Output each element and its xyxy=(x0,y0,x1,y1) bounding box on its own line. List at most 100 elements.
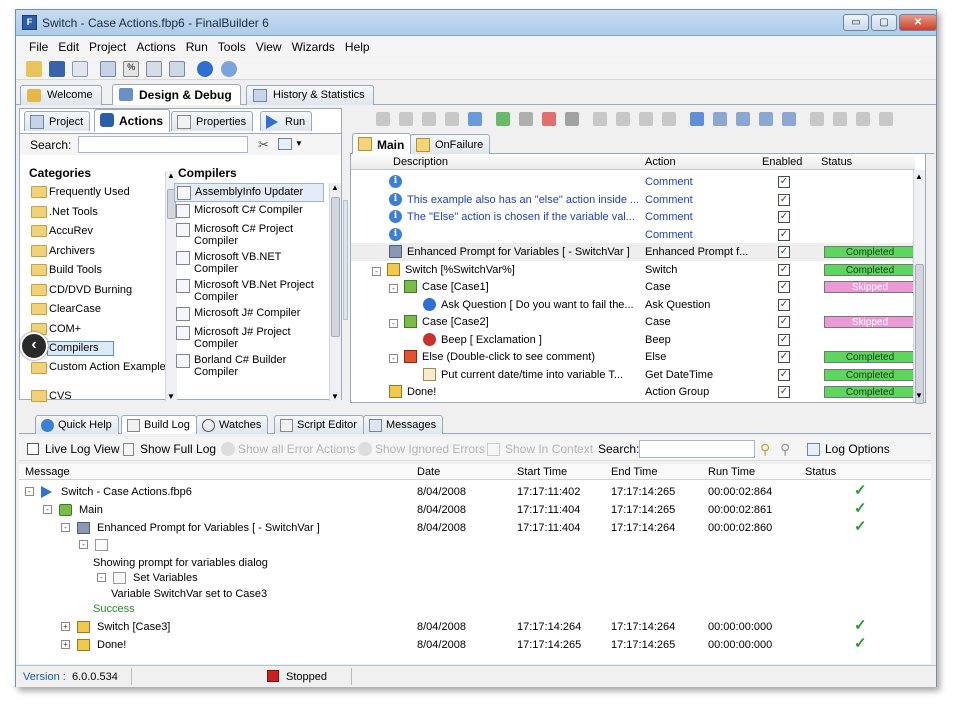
stop-icon[interactable] xyxy=(810,112,824,126)
tab-run[interactable]: Run xyxy=(260,111,313,131)
search-icon[interactable]: ⚲ xyxy=(760,441,770,458)
log-row[interactable]: Showing prompt for variables dialog xyxy=(19,555,931,571)
compiler-item[interactable]: Borland C# Builder Compiler xyxy=(174,352,324,380)
action-grid-scrollbar[interactable]: ▲ ▼ xyxy=(913,170,925,404)
toggle-icon[interactable] xyxy=(519,112,533,126)
options-icon[interactable] xyxy=(146,61,163,77)
search-next-icon[interactable]: ⚲ xyxy=(780,441,790,458)
record-icon[interactable] xyxy=(856,112,870,126)
scroll-up-icon[interactable]: ▲ xyxy=(915,172,923,181)
enabled-checkbox[interactable]: ✓ xyxy=(778,228,790,241)
exit-icon[interactable] xyxy=(879,112,893,126)
log-row[interactable]: + Done! 8/04/2008 17:17:14:265 17:17:14:265 0… xyxy=(19,635,931,653)
tab-design-debug[interactable]: Design & Debug xyxy=(112,84,241,105)
log-row[interactable]: - Switch - Case Actions.fbp6 8/04/2008 17:1… xyxy=(19,482,931,500)
tab-history-statistics[interactable]: History & Statistics xyxy=(246,85,374,105)
maximize-button[interactable]: ▢ xyxy=(871,14,897,31)
action-row[interactable]: Beep [ Exclamation ] Beep ✓ xyxy=(351,331,915,349)
menu-actions[interactable]: Actions xyxy=(131,37,180,57)
col-action[interactable]: Action xyxy=(645,156,676,168)
enabled-checkbox[interactable]: ✓ xyxy=(778,246,790,258)
compilers-scrollbar[interactable]: ▲ ▼ xyxy=(329,183,341,401)
live-log-checkbox[interactable] xyxy=(27,443,39,455)
menu-file[interactable]: File xyxy=(24,37,53,57)
info-icon[interactable] xyxy=(220,61,237,77)
delete-icon[interactable] xyxy=(565,112,579,126)
clear-search-icon[interactable]: ✂ xyxy=(258,137,269,153)
show-in-context-button[interactable]: Show In Context xyxy=(505,442,593,456)
action-row[interactable]: i Comment ✓ xyxy=(351,173,915,191)
help-icon[interactable] xyxy=(197,61,214,77)
log-row[interactable]: + Switch [Case3] 8/04/2008 17:17:14:264 17:1… xyxy=(19,617,931,635)
category-item[interactable]: CD/DVD Burning xyxy=(25,281,155,301)
tab-actions[interactable]: Actions xyxy=(94,109,171,132)
scroll-up-icon[interactable]: ▲ xyxy=(331,183,339,192)
col-status[interactable]: Status xyxy=(821,156,852,168)
enabled-checkbox[interactable]: ✓ xyxy=(778,368,790,381)
action-row[interactable]: - Else (Double-click to see comment) Else ✓… xyxy=(351,348,916,366)
log-row[interactable]: - Enhanced Prompt for Variables [ - Switc… xyxy=(19,518,931,536)
run-to-icon[interactable] xyxy=(759,112,773,126)
tab-build-log[interactable]: Build Log xyxy=(121,415,197,434)
enabled-checkbox[interactable]: ✓ xyxy=(778,333,790,346)
tree-collapse-toggle[interactable]: - xyxy=(97,573,106,582)
tree-collapse-toggle[interactable]: - xyxy=(389,354,398,363)
category-item[interactable]: Custom Action Examples xyxy=(25,359,171,387)
enabled-checkbox[interactable]: ✓ xyxy=(778,351,790,363)
enabled-checkbox[interactable]: ✓ xyxy=(778,211,790,223)
action-row[interactable]: - Case [Case2] Case ✓ Skipped xyxy=(351,313,916,331)
tab-quick-help[interactable]: Quick Help xyxy=(35,415,119,434)
check-icon[interactable] xyxy=(496,112,510,126)
scroll-down-icon[interactable]: ▼ xyxy=(915,391,923,400)
log-options-button[interactable]: Log Options xyxy=(825,442,890,456)
refresh-icon[interactable] xyxy=(468,112,482,126)
tree-collapse-toggle[interactable]: - xyxy=(372,266,381,276)
tree-collapse-toggle[interactable]: - xyxy=(61,523,70,532)
splitter-handle[interactable] xyxy=(343,200,348,320)
scroll-thumb[interactable] xyxy=(915,264,924,404)
action-row[interactable]: Put current date/time into variable T...… xyxy=(351,366,916,384)
action-row[interactable]: - Case [Case1] Case ✓ Skipped xyxy=(351,278,916,296)
tab-properties[interactable]: Properties xyxy=(171,111,254,131)
show-ignored-errors-button[interactable]: Show Ignored Errors xyxy=(375,442,485,456)
skip-icon[interactable] xyxy=(782,112,796,126)
compiler-item[interactable]: AssemblyInfo Updater xyxy=(174,183,324,202)
category-item[interactable]: AccuRev xyxy=(25,222,155,242)
close-button[interactable]: ✕ xyxy=(899,14,937,31)
tab-script-editor[interactable]: Script Editor xyxy=(274,415,364,434)
tree-collapse-toggle[interactable]: - xyxy=(389,284,398,293)
step-over-icon[interactable] xyxy=(736,112,750,126)
search-input[interactable] xyxy=(78,136,248,153)
action-row[interactable]: - Switch [%SwitchVar%] Switch ✓ Completed xyxy=(351,261,916,279)
log-row[interactable]: Variable SwitchVar set to Case3 xyxy=(19,586,931,602)
scroll-down-icon[interactable]: ▼ xyxy=(331,392,339,401)
window-icon[interactable] xyxy=(100,61,117,77)
open-icon[interactable] xyxy=(26,61,42,77)
right-icon[interactable] xyxy=(662,112,676,126)
action-row[interactable]: i The "Else" action is chosen if the vari… xyxy=(351,208,915,226)
col-end-time[interactable]: End Time xyxy=(611,466,657,478)
log-row[interactable]: Success xyxy=(19,601,931,617)
menu-tools[interactable]: Tools xyxy=(213,37,251,57)
chevron-down-icon[interactable]: ▼ xyxy=(295,139,303,148)
view-options-icon[interactable] xyxy=(278,138,292,150)
menu-view[interactable]: View xyxy=(251,37,287,57)
compiler-item[interactable]: Microsoft C# Project Compiler xyxy=(174,221,324,249)
up-icon[interactable] xyxy=(593,112,607,126)
tree-collapse-toggle[interactable]: - xyxy=(79,540,88,549)
pause-icon[interactable] xyxy=(833,112,847,126)
tab-welcome[interactable]: Welcome xyxy=(20,85,102,105)
grid-icon[interactable] xyxy=(169,61,186,77)
enabled-checkbox[interactable]: ✓ xyxy=(778,316,790,328)
flag-icon[interactable] xyxy=(542,112,556,126)
col-message[interactable]: Message xyxy=(25,466,70,478)
log-search-input[interactable] xyxy=(639,440,755,458)
category-item[interactable]: CVS xyxy=(25,387,155,407)
compiler-item[interactable]: Microsoft VB.Net Project Compiler xyxy=(174,277,324,305)
enabled-checkbox[interactable]: ✓ xyxy=(778,298,790,311)
col-date[interactable]: Date xyxy=(417,466,440,478)
category-item[interactable]: Build Tools xyxy=(25,261,155,281)
paste-icon[interactable] xyxy=(422,112,436,126)
category-item[interactable]: Archivers xyxy=(25,242,155,262)
category-item[interactable]: .Net Tools xyxy=(25,203,155,223)
